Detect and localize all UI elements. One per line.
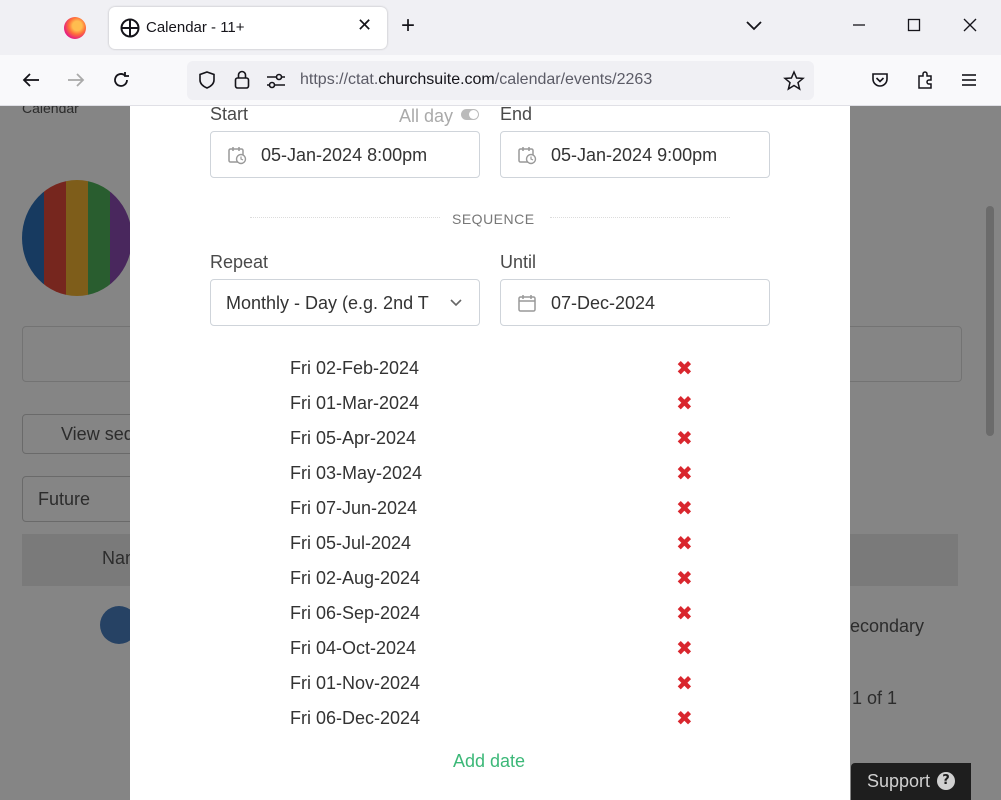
lock-icon[interactable] xyxy=(232,69,252,91)
page-content: Calendar View seq Future Nam econdary 1 … xyxy=(0,106,1001,800)
reload-icon[interactable] xyxy=(110,69,132,91)
url-prefix: https://ctat. xyxy=(300,71,379,88)
until-date-field[interactable]: 07-Dec-2024 xyxy=(500,279,770,326)
remove-date-icon[interactable]: ✖ xyxy=(676,427,693,449)
list-item: Fri 06-Sep-2024 ✖ xyxy=(290,596,700,631)
start-datetime-field[interactable]: 05-Jan-2024 8:00pm xyxy=(210,131,480,178)
browser-nav-bar: https://ctat.churchsuite.com/calendar/ev… xyxy=(0,55,1001,106)
remove-date-icon[interactable]: ✖ xyxy=(676,567,693,589)
globe-icon xyxy=(120,18,140,38)
chevron-down-icon xyxy=(450,299,462,307)
page-scrollbar[interactable] xyxy=(986,206,994,436)
support-label: Support xyxy=(867,771,931,791)
permissions-icon[interactable] xyxy=(265,71,287,91)
sequence-date: Fri 03-May-2024 xyxy=(290,463,423,483)
shield-icon[interactable] xyxy=(197,70,217,90)
remove-date-icon[interactable]: ✖ xyxy=(676,637,693,659)
list-item: Fri 02-Feb-2024 ✖ xyxy=(290,351,700,386)
new-tab-button[interactable]: + xyxy=(401,12,415,40)
tab-close-button[interactable]: ✕ xyxy=(357,15,372,36)
list-item: Fri 01-Mar-2024 ✖ xyxy=(290,386,700,421)
remove-date-icon[interactable]: ✖ xyxy=(676,707,693,729)
calendar-clock-icon xyxy=(228,147,247,165)
sequence-date: Fri 05-Apr-2024 xyxy=(290,428,417,448)
remove-date-icon[interactable]: ✖ xyxy=(676,602,693,624)
end-datetime-field[interactable]: 05-Jan-2024 9:00pm xyxy=(500,131,770,178)
sequence-heading: SEQUENCE xyxy=(452,211,535,227)
add-date-link[interactable]: Add date xyxy=(453,751,525,772)
end-datetime-value: 05-Jan-2024 9:00pm xyxy=(551,145,718,165)
divider-left xyxy=(250,217,440,218)
remove-date-icon[interactable]: ✖ xyxy=(676,357,693,379)
bookmark-star-icon[interactable] xyxy=(783,70,805,92)
url-domain: churchsuite.com xyxy=(378,71,495,88)
calendar-icon xyxy=(518,295,536,312)
window-minimize-button[interactable] xyxy=(848,14,870,36)
end-label: End xyxy=(500,106,533,124)
list-item: Fri 06-Dec-2024 ✖ xyxy=(290,701,700,736)
all-day-toggle[interactable] xyxy=(461,109,479,120)
repeat-select[interactable]: Monthly - Day (e.g. 2nd T xyxy=(210,279,480,326)
forward-arrow-icon[interactable] xyxy=(65,69,87,91)
list-all-tabs-chevron-icon[interactable] xyxy=(744,16,764,36)
list-item: Fri 05-Jul-2024 ✖ xyxy=(290,526,700,561)
sequence-date: Fri 06-Dec-2024 xyxy=(290,708,421,728)
url-path: /calendar/events/2263 xyxy=(494,71,653,88)
edit-event-modal: Start All day End 05-Jan-2024 8:00pm 05-… xyxy=(130,106,850,800)
sequence-date: Fri 07-Jun-2024 xyxy=(290,498,418,518)
extensions-icon[interactable] xyxy=(914,69,936,91)
list-item: Fri 05-Apr-2024 ✖ xyxy=(290,421,700,456)
remove-date-icon[interactable]: ✖ xyxy=(676,672,693,694)
help-question-icon: ? xyxy=(937,772,955,790)
remove-date-icon[interactable]: ✖ xyxy=(676,532,693,554)
list-item: Fri 07-Jun-2024 ✖ xyxy=(290,491,700,526)
sequence-date: Fri 04-Oct-2024 xyxy=(290,638,417,658)
sequence-date-list: Fri 02-Feb-2024 ✖ Fri 01-Mar-2024 ✖ Fri … xyxy=(290,351,700,736)
sequence-date: Fri 06-Sep-2024 xyxy=(290,603,421,623)
divider-right xyxy=(550,217,730,218)
url-bar[interactable]: https://ctat.churchsuite.com/calendar/ev… xyxy=(187,61,814,100)
firefox-logo-icon xyxy=(64,17,86,39)
window-close-button[interactable] xyxy=(959,14,981,36)
browser-tab-bar: Calendar - 11+ ✕ + xyxy=(0,0,1001,55)
url-text: https://ctat.churchsuite.com/calendar/ev… xyxy=(300,71,652,89)
sequence-date: Fri 01-Nov-2024 xyxy=(290,673,421,693)
remove-date-icon[interactable]: ✖ xyxy=(676,497,693,519)
tab-title: Calendar - 11+ xyxy=(146,19,245,36)
start-label: Start xyxy=(210,106,249,124)
remove-date-icon[interactable]: ✖ xyxy=(676,462,693,484)
back-arrow-icon[interactable] xyxy=(20,69,42,91)
start-datetime-value: 05-Jan-2024 8:00pm xyxy=(261,145,428,165)
pocket-icon[interactable] xyxy=(869,69,891,91)
menu-hamburger-icon[interactable] xyxy=(958,69,980,91)
all-day-label: All day xyxy=(399,106,454,126)
repeat-select-value: Monthly - Day (e.g. 2nd T xyxy=(226,293,429,313)
list-item: Fri 02-Aug-2024 ✖ xyxy=(290,561,700,596)
list-item: Fri 04-Oct-2024 ✖ xyxy=(290,631,700,666)
sequence-date: Fri 05-Jul-2024 xyxy=(290,533,412,553)
list-item: Fri 01-Nov-2024 ✖ xyxy=(290,666,700,701)
list-item: Fri 03-May-2024 ✖ xyxy=(290,456,700,491)
window-maximize-button[interactable] xyxy=(903,14,925,36)
until-label: Until xyxy=(500,252,537,272)
calendar-clock-icon xyxy=(518,147,537,165)
support-button[interactable]: Support ? xyxy=(851,763,971,800)
sequence-date: Fri 02-Aug-2024 xyxy=(290,568,421,588)
repeat-label: Repeat xyxy=(210,252,269,272)
sequence-date: Fri 01-Mar-2024 xyxy=(290,393,420,413)
sequence-date: Fri 02-Feb-2024 xyxy=(290,358,420,378)
browser-tab[interactable]: Calendar - 11+ ✕ xyxy=(109,7,387,49)
remove-date-icon[interactable]: ✖ xyxy=(676,392,693,414)
until-date-value: 07-Dec-2024 xyxy=(551,293,656,313)
